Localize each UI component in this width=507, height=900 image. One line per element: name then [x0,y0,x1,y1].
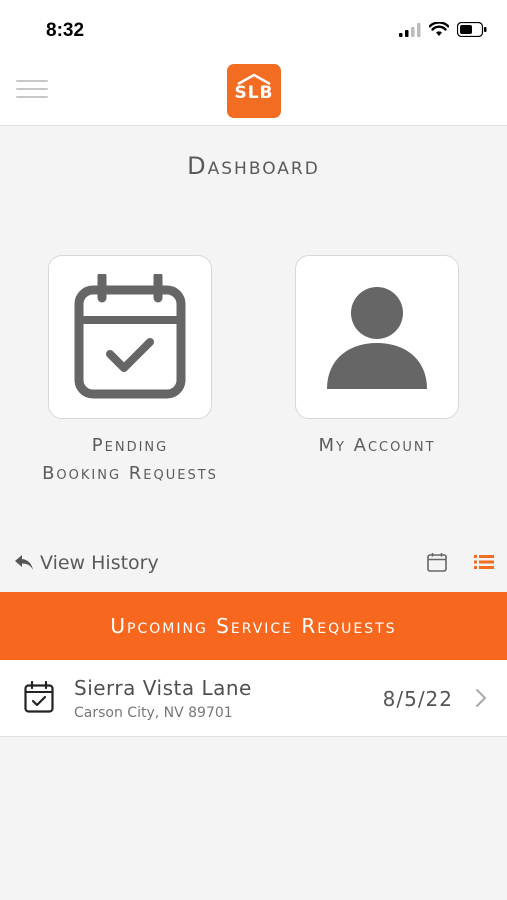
chevron-right-icon [476,689,486,707]
request-address: Carson City, NV 89701 [74,705,233,721]
calendar-view-toggle-icon[interactable] [427,552,447,572]
service-request-row[interactable]: Sierra Vista Lane Carson City, NV 89701 … [0,660,507,737]
logo-text: SLB [234,83,274,103]
pending-label-line2: Booking Requests [42,463,218,484]
reply-arrow-icon [15,555,33,570]
request-title: Sierra Vista Lane [74,676,252,700]
status-icons [399,22,487,37]
nav-bar: SLB [0,52,507,126]
calendar-check-icon [74,274,186,399]
section-title: Upcoming Service Requests [110,614,397,638]
battery-icon [457,22,487,37]
view-history-label: View History [40,552,159,574]
request-date: 8/5/22 [382,687,453,711]
upcoming-service-requests-banner: Upcoming Service Requests [0,592,507,660]
my-account-label[interactable]: My Account [280,432,474,460]
wifi-icon [429,22,449,36]
menu-icon-bar [16,96,48,98]
pending-booking-requests-label[interactable]: Pending Booking Requests [10,432,250,488]
logo-roof-icon [237,73,271,85]
pending-label-line1: Pending [91,435,169,456]
view-history-link[interactable]: View History [14,552,159,574]
user-icon [327,287,427,389]
pending-booking-requests-tile[interactable] [48,255,212,419]
status-time: 8:32 [46,20,85,41]
page-title: Dashboard [187,152,320,180]
calendar-check-icon [24,681,54,713]
list-view-toggle-icon[interactable] [474,554,494,570]
menu-icon [16,80,48,82]
menu-button[interactable] [16,80,48,102]
signal-icon [399,22,421,37]
app-logo: SLB [227,64,281,118]
menu-icon-bar [16,88,48,90]
my-account-tile[interactable] [295,255,459,419]
